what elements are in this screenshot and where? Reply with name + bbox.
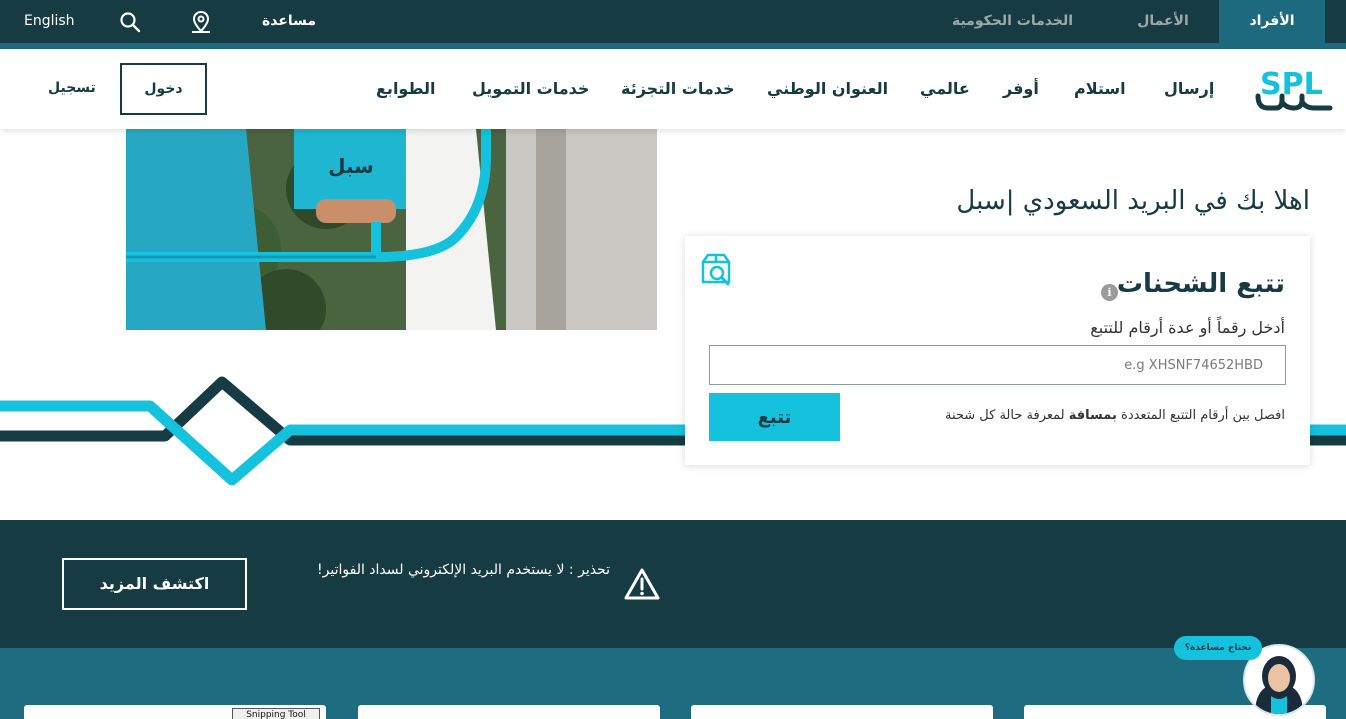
logo-text: SPL [1260, 67, 1323, 102]
chat-help-bubble[interactable]: تحتاج مساعدة؟ [1174, 636, 1262, 660]
service-card[interactable] [691, 705, 993, 719]
tab-government-services[interactable]: الخدمات الحكومية [935, 0, 1090, 43]
nav-item-global[interactable]: عالمي [920, 79, 970, 98]
nav-item-retail-services[interactable]: خدمات التجزئة [621, 79, 735, 98]
service-card[interactable] [358, 705, 660, 719]
search-icon[interactable] [118, 10, 142, 34]
discover-more-button[interactable]: اكتشف المزيد [62, 558, 247, 610]
snipping-tool-label: Snipping Tool [232, 708, 320, 719]
tracking-subtitle: أدخل رقماً أو عدة أرقام للتتبع [1090, 318, 1285, 337]
nav-item-stamps[interactable]: الطوابع [376, 79, 436, 98]
info-icon[interactable]: i [1101, 284, 1118, 301]
help-link[interactable]: مساعدة [262, 0, 316, 43]
tab-individuals[interactable]: الأفراد [1219, 0, 1325, 43]
tracking-hint-pre: افصل بين أرقام التتبع المتعددة [1116, 408, 1285, 423]
login-button[interactable]: دخول [120, 63, 207, 115]
spl-logo[interactable]: SPL [1254, 66, 1334, 114]
nav-item-national-address[interactable]: العنوان الوطني [767, 79, 888, 98]
track-button[interactable]: تتبع [709, 393, 840, 441]
hero-image: سبل [126, 129, 657, 330]
location-pin-icon[interactable] [189, 10, 213, 34]
tracking-hint-post: لمعرفة حالة كل شحنة [944, 408, 1069, 423]
tracking-hint: افصل بين أرقام التتبع المتعددة بمسافة لم… [945, 408, 1285, 423]
tracking-title: تتبع الشحنات [1116, 269, 1285, 299]
language-switch[interactable]: English [24, 0, 75, 43]
tab-business[interactable]: الأعمال [1110, 0, 1216, 43]
nav-item-save[interactable]: أوفر [1003, 79, 1039, 98]
register-link[interactable]: تسجيل [48, 80, 96, 96]
warning-triangle-icon [624, 568, 660, 600]
tracking-card: تتبع الشحنات i أدخل رقماً أو عدة أرقام ل… [685, 236, 1310, 465]
hero-box-text: سبل [328, 154, 374, 178]
nav-item-send[interactable]: إرسال [1164, 79, 1214, 98]
nav-item-receive[interactable]: استلام [1074, 79, 1126, 98]
tracking-number-input[interactable] [709, 345, 1286, 385]
tracking-hint-bold: بمسافة [1068, 408, 1117, 423]
warning-text: تحذير : لا يستخدم البريد الإلكتروني لسدا… [317, 562, 610, 578]
nav-item-financing-services[interactable]: خدمات التمويل [472, 79, 589, 98]
welcome-heading: اهلا بك في البريد السعودي |سبل [956, 186, 1310, 216]
package-search-icon [701, 253, 731, 286]
